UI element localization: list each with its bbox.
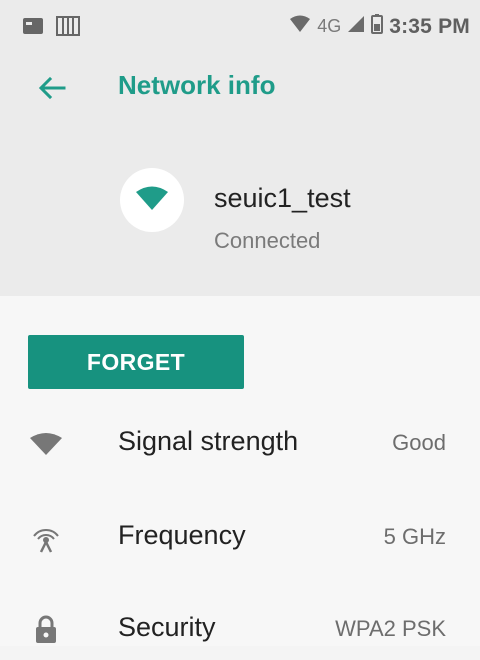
detail-label: Signal strength bbox=[118, 426, 299, 456]
wifi-status-icon bbox=[289, 15, 311, 38]
storage-notification-icon bbox=[56, 16, 80, 41]
connection-status: Connected bbox=[214, 228, 321, 253]
lock-icon bbox=[28, 612, 64, 648]
arrow-left-icon bbox=[38, 76, 66, 105]
detail-value: Good bbox=[392, 430, 446, 455]
network-type: 4G bbox=[317, 16, 342, 36]
detail-value: WPA2 PSK bbox=[335, 616, 446, 641]
detail-label: Frequency bbox=[118, 520, 246, 550]
clock: 3:35 PM bbox=[389, 14, 470, 38]
network-name: seuic1_test bbox=[214, 183, 351, 213]
battery-icon bbox=[371, 14, 384, 39]
detail-label: Security bbox=[118, 612, 216, 642]
back-button[interactable] bbox=[34, 74, 70, 106]
page-title: Network info bbox=[118, 70, 276, 100]
detail-row-signal-strength: Signal strength Good bbox=[0, 414, 480, 474]
detail-value: 5 GHz bbox=[383, 524, 446, 549]
wifi-icon bbox=[135, 185, 169, 216]
system-indicators: 4G 3:35 PM bbox=[289, 14, 470, 39]
detail-row-security: Security WPA2 PSK bbox=[0, 600, 480, 660]
detail-row-frequency: Frequency 5 GHz bbox=[0, 508, 480, 568]
cell-signal-icon bbox=[347, 15, 365, 38]
image-notification-icon bbox=[22, 16, 44, 41]
wifi-signal-icon bbox=[28, 426, 64, 462]
notification-icons bbox=[22, 16, 80, 41]
network-avatar bbox=[120, 168, 184, 232]
antenna-icon bbox=[28, 520, 64, 556]
forget-button[interactable]: FORGET bbox=[28, 335, 244, 389]
status-bar: 4G 3:35 PM bbox=[0, 0, 480, 56]
